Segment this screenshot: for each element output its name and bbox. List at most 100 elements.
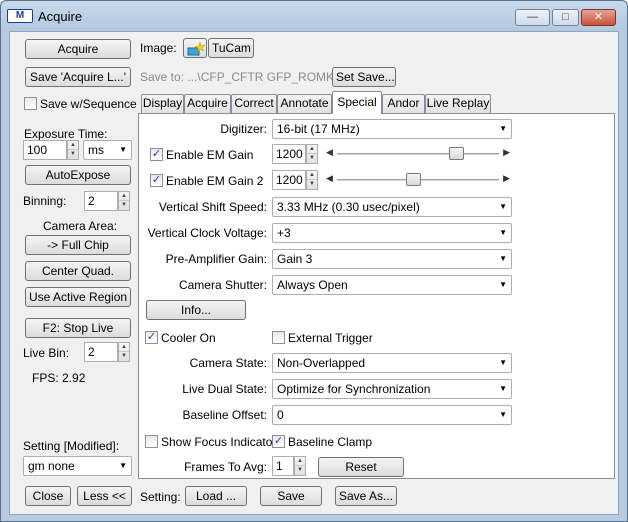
binning-label: Binning: [23, 194, 67, 208]
external-trigger-checkbox[interactable] [272, 331, 285, 344]
close-window-button[interactable]: ✕ [581, 9, 616, 26]
em-gain-checkbox[interactable]: ✓ [150, 148, 163, 161]
vertical-shift-select[interactable]: 3.33 MHz (0.30 usec/pixel) ▼ [272, 197, 512, 217]
baseline-offset-value: 0 [277, 408, 284, 422]
cooler-on-checkbox[interactable]: ✓ [145, 331, 158, 344]
spin-down-icon[interactable]: ▼ [119, 352, 129, 361]
baseline-clamp-label: Baseline Clamp [288, 435, 373, 449]
baseline-clamp-checkbox[interactable]: ✓ [272, 435, 285, 448]
special-panel: Digitizer: 16-bit (17 MHz) ▼ ✓ Enable EM… [138, 113, 615, 479]
digitizer-label: Digitizer: [220, 122, 267, 136]
close-button[interactable]: Close [25, 486, 71, 506]
center-quad-button[interactable]: Center Quad. [25, 261, 131, 281]
chevron-down-icon: ▼ [119, 145, 127, 154]
tucam-button[interactable]: TuCam [208, 38, 254, 58]
save-button[interactable]: Save [260, 486, 322, 506]
camera-state-select[interactable]: Non-Overlapped ▼ [272, 353, 512, 373]
em-gain-2-input[interactable]: 1200 [272, 170, 306, 190]
binning-spinner[interactable]: ▲ ▼ [118, 191, 130, 211]
slider-right-arrow-icon[interactable]: ▶ [503, 147, 510, 158]
live-dual-state-value: Optimize for Synchronization [277, 382, 431, 396]
title-bar[interactable]: M Acquire — □ ✕ [1, 1, 627, 31]
em-gain-spinner[interactable]: ▲ ▼ [306, 144, 318, 164]
snap-camera-button[interactable] [183, 38, 207, 58]
slider-thumb[interactable] [406, 173, 422, 186]
info-button[interactable]: Info... [146, 300, 246, 320]
spin-up-icon[interactable]: ▲ [119, 192, 129, 201]
tab-live-replay[interactable]: Live Replay [425, 94, 491, 113]
spin-down-icon[interactable]: ▼ [68, 150, 78, 159]
exposure-time-input[interactable]: 100 [23, 140, 67, 160]
slider-right-arrow-icon[interactable]: ▶ [503, 173, 510, 184]
load-button[interactable]: Load ... [185, 486, 247, 506]
use-active-region-button[interactable]: Use Active Region [25, 287, 131, 307]
spin-down-icon[interactable]: ▼ [119, 201, 129, 210]
spin-down-icon[interactable]: ▼ [295, 466, 305, 475]
show-focus-indicator-label: Show Focus Indicator [161, 435, 277, 449]
chevron-down-icon: ▼ [499, 254, 507, 263]
camera-area-label: Camera Area: [43, 219, 118, 233]
tab-special[interactable]: Special [332, 91, 382, 114]
binning-input[interactable]: 2 [84, 191, 118, 211]
fps-readout: FPS: 2.92 [32, 371, 86, 385]
spin-up-icon[interactable]: ▲ [295, 457, 305, 466]
live-dual-state-label: Live Dual State: [182, 382, 267, 396]
spin-up-icon[interactable]: ▲ [119, 343, 129, 352]
vertical-shift-label: Vertical Shift Speed: [158, 200, 267, 214]
pre-amp-gain-select[interactable]: Gain 3 ▼ [272, 249, 512, 269]
tab-acquire[interactable]: Acquire [184, 94, 231, 113]
spin-up-icon[interactable]: ▲ [68, 141, 78, 150]
live-bin-spinner[interactable]: ▲ ▼ [118, 342, 130, 362]
show-focus-indicator-checkbox[interactable] [145, 435, 158, 448]
chevron-down-icon: ▼ [119, 461, 127, 470]
exposure-unit-select[interactable]: ms ▼ [83, 140, 132, 160]
less-button[interactable]: Less << [77, 486, 132, 506]
em-gain-input[interactable]: 1200 [272, 144, 306, 164]
tab-correct[interactable]: Correct [231, 94, 277, 113]
maximize-button[interactable]: □ [552, 9, 579, 26]
reset-button[interactable]: Reset [318, 457, 404, 477]
slider-left-arrow-icon[interactable]: ◀ [326, 173, 333, 184]
full-chip-button[interactable]: -> Full Chip [25, 235, 131, 255]
frames-to-avg-spinner[interactable]: ▲ ▼ [294, 456, 306, 476]
setting-select[interactable]: gm none ▼ [23, 456, 132, 476]
setting-select-value: gm none [28, 459, 75, 473]
digitizer-value: 16-bit (17 MHz) [277, 122, 360, 136]
em-gain-2-checkbox[interactable]: ✓ [150, 174, 163, 187]
em-gain-slider[interactable]: ◀ ▶ [325, 146, 511, 162]
spin-up-icon[interactable]: ▲ [307, 171, 317, 180]
window-title: Acquire [38, 9, 83, 24]
live-bin-input[interactable]: 2 [84, 342, 118, 362]
tab-annotate[interactable]: Annotate [277, 94, 332, 113]
spin-down-icon[interactable]: ▼ [307, 154, 317, 163]
acquire-button[interactable]: Acquire [25, 39, 131, 59]
autoexpose-button[interactable]: AutoExpose [25, 165, 131, 185]
stop-live-button[interactable]: F2: Stop Live [25, 318, 131, 338]
external-trigger-label: External Trigger [288, 331, 373, 345]
em-gain-2-slider[interactable]: ◀ ▶ [325, 172, 511, 188]
camera-state-value: Non-Overlapped [277, 356, 366, 370]
slider-left-arrow-icon[interactable]: ◀ [326, 147, 333, 158]
setting-modified-label: Setting [Modified]: [23, 439, 120, 453]
chevron-down-icon: ▼ [499, 228, 507, 237]
spin-down-icon[interactable]: ▼ [307, 180, 317, 189]
save-as-button[interactable]: Save As... [335, 486, 397, 506]
client-area: Acquire Save 'Acquire L...' Save w/Seque… [9, 31, 619, 515]
save-sequence-checkbox[interactable] [24, 97, 37, 110]
tab-andor[interactable]: Andor [382, 94, 425, 113]
tab-display[interactable]: Display [141, 94, 184, 113]
em-gain-2-spinner[interactable]: ▲ ▼ [306, 170, 318, 190]
slider-track[interactable] [337, 153, 499, 155]
digitizer-select[interactable]: 16-bit (17 MHz) ▼ [272, 119, 512, 139]
baseline-offset-select[interactable]: 0 ▼ [272, 405, 512, 425]
frames-to-avg-input[interactable]: 1 [272, 456, 294, 476]
camera-shutter-select[interactable]: Always Open ▼ [272, 275, 512, 295]
set-save-button[interactable]: Set Save... [332, 67, 396, 87]
exposure-spinner[interactable]: ▲ ▼ [67, 140, 79, 160]
spin-up-icon[interactable]: ▲ [307, 145, 317, 154]
save-acquire-button[interactable]: Save 'Acquire L...' [25, 67, 131, 87]
vertical-clock-select[interactable]: +3 ▼ [272, 223, 512, 243]
live-dual-state-select[interactable]: Optimize for Synchronization ▼ [272, 379, 512, 399]
slider-thumb[interactable] [448, 147, 464, 160]
minimize-button[interactable]: — [515, 9, 550, 26]
